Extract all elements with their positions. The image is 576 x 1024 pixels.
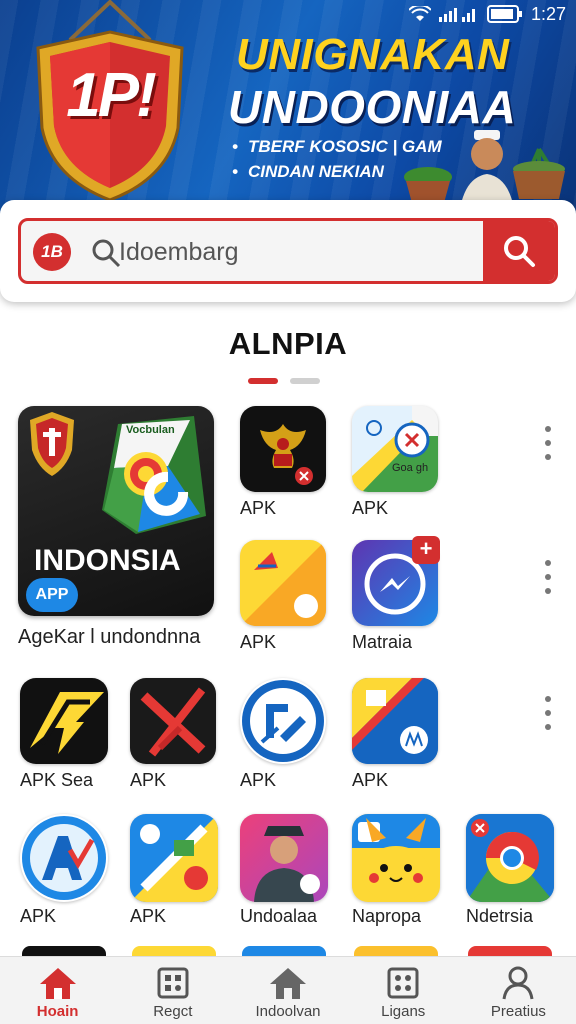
app-tile-blue-av[interactable]: APK [20, 814, 108, 926]
plant-pot-icon [404, 167, 452, 203]
app-label: Ndetrsia [466, 906, 534, 926]
nav-ligans[interactable]: Ligans [346, 957, 461, 1024]
page-dot-active[interactable] [248, 378, 278, 384]
search-icon [504, 236, 535, 267]
promo-banner[interactable]: 1:27 1P! UNIGNAKAN UNDOONIAA TBERF KOSOS… [0, 0, 576, 228]
featured-ribbon-text: Vocbulan [126, 424, 175, 436]
featured-app-icon[interactable]: Vocbulan INDONSIA APP [18, 406, 214, 616]
nav-label: Ligans [381, 1003, 426, 1020]
more-options-icon[interactable] [543, 426, 553, 460]
search-input[interactable] [119, 231, 489, 273]
app-label: APK [352, 498, 389, 518]
banner-title-line1: UNIGNAKAN [236, 30, 510, 79]
app-tile-yellow-blue[interactable]: APK [130, 814, 218, 926]
app-label: APK [240, 498, 277, 518]
plant-pot-icon [513, 147, 565, 199]
app-tile-yellow-slash[interactable]: APK Sea [20, 678, 108, 790]
app-tile-split-map[interactable]: APK [352, 678, 438, 790]
search-brand-logo: 1B [33, 233, 71, 271]
app-tile-blue-tools[interactable]: APK [240, 678, 326, 790]
bottom-navigation: Hoain Regct Indoolvan Ligans Preatius [0, 956, 576, 1024]
app-label: APK [240, 770, 277, 790]
banner-title-line2: UNDOONIAA [228, 81, 517, 133]
featured-app-badge: APP [26, 578, 78, 612]
status-bar: 1:27 [408, 2, 566, 26]
app-tile-chrome-map[interactable]: Ndetrsia [466, 814, 554, 926]
app-label: Napropa [352, 906, 422, 926]
grid-app-icon [153, 965, 193, 1001]
search-icon [92, 239, 121, 268]
wifi-icon [408, 6, 431, 22]
nav-regct[interactable]: Regct [115, 957, 230, 1024]
page-indicator [248, 378, 320, 384]
app-label: APK [130, 770, 167, 790]
pikachu-icon [352, 814, 440, 902]
app-tile-yellow-folder[interactable]: APK [240, 540, 326, 652]
home-icon [38, 965, 78, 1001]
app-label: APK [20, 906, 57, 926]
app-label: APK Sea [20, 770, 94, 790]
app-tile-pikachu[interactable]: Napropa [352, 814, 440, 926]
red-x-icon [130, 678, 216, 764]
more-options-icon[interactable] [543, 560, 553, 594]
yellow-blue-split-icon [130, 814, 218, 902]
banner-bullet-1: TBERF KOSOSIC | GAM [232, 137, 442, 157]
app-tile-messenger[interactable]: + Matraia [352, 536, 440, 652]
nav-label: Regct [153, 1003, 193, 1020]
app-tile-officer[interactable]: Undoalaa [240, 814, 328, 926]
yellow-slash-icon [20, 678, 108, 764]
app-tile-red-x[interactable]: APK [130, 678, 216, 790]
nav-label: Hoain [36, 1003, 79, 1020]
nav-label: Indoolvan [255, 1003, 321, 1020]
featured-app-title: INDONSIA [34, 544, 181, 577]
app-tile-map[interactable]: Goa gh APK [352, 406, 438, 518]
app-label: APK [240, 632, 277, 652]
page-dot[interactable] [290, 378, 320, 384]
section-title: ALNPIA [228, 326, 348, 361]
home-outline-icon [268, 965, 308, 1001]
featured-app-label[interactable]: AgeKar l undondnna [18, 626, 200, 649]
app-store-screen: 1:27 1P! UNIGNAKAN UNDOONIAA TBERF KOSOS… [0, 0, 576, 1024]
nav-preatius[interactable]: Preatius [461, 957, 576, 1024]
app-label: Matraia [352, 632, 413, 652]
blue-tools-icon [240, 678, 326, 764]
garuda-emblem-icon [240, 406, 326, 492]
app-tile-garuda[interactable]: APK [240, 406, 326, 518]
battery-icon [486, 5, 523, 23]
split-map-icon [352, 678, 438, 764]
shield-logo-text: 1P! [66, 61, 156, 130]
nav-indoolvan[interactable]: Indoolvan [230, 957, 345, 1024]
app-small-text: Goa gh [392, 462, 429, 474]
nav-label: Preatius [490, 1003, 546, 1020]
yellow-folder-icon [240, 540, 326, 626]
search-bar[interactable]: 1B [18, 218, 558, 284]
search-button[interactable] [483, 221, 555, 281]
signal-icon [438, 6, 479, 22]
chrome-map-icon [466, 814, 554, 902]
person-icon [498, 965, 538, 1001]
nav-home[interactable]: Hoain [0, 957, 115, 1024]
app-label: APK [130, 906, 167, 926]
app-label: APK [352, 770, 389, 790]
app-label: Undoalaa [240, 906, 318, 926]
map-compass-icon: Goa gh [352, 406, 438, 492]
grid-dots-icon [383, 965, 423, 1001]
status-time: 1:27 [530, 3, 566, 24]
more-options-icon[interactable] [543, 696, 553, 730]
blue-av-icon [20, 814, 108, 902]
officer-portrait-icon [240, 814, 328, 902]
banner-bullet-2: CINDAN NEKIAN [232, 162, 384, 182]
add-badge-icon[interactable]: + [412, 536, 440, 564]
